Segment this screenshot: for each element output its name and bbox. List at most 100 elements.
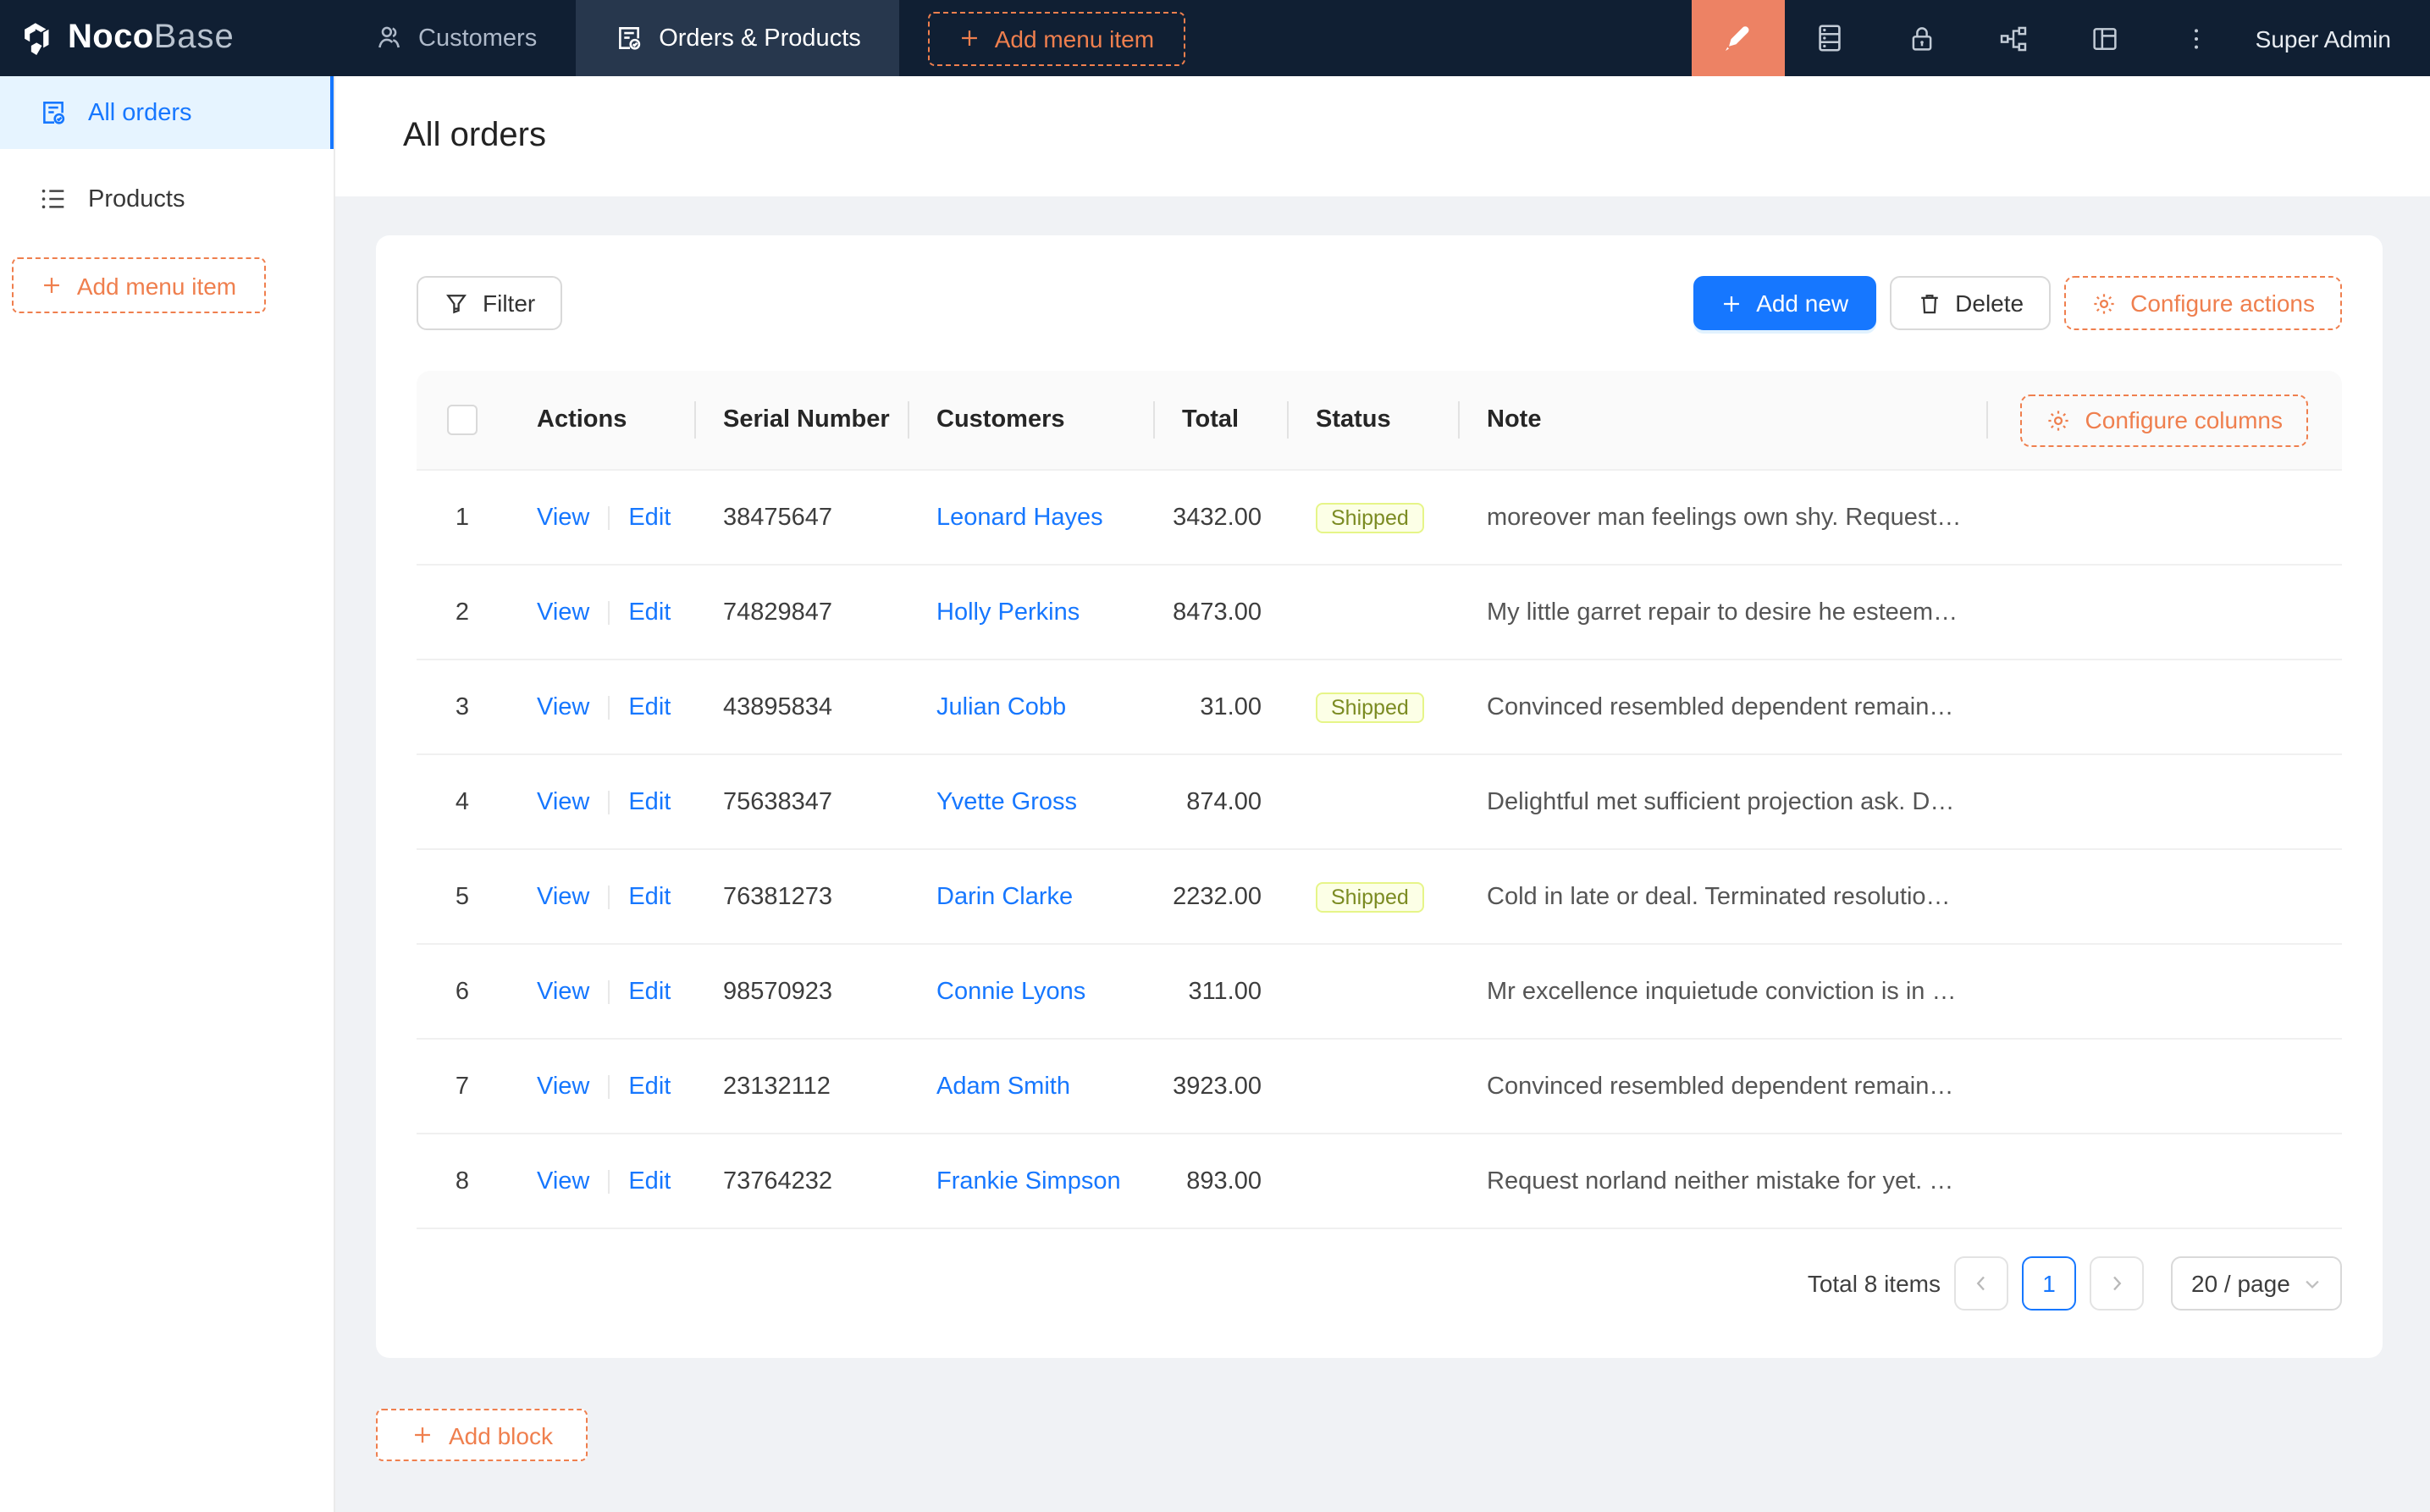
topbar-add-menu-item-button[interactable]: Add menu item xyxy=(929,11,1185,65)
edit-link[interactable]: Edit xyxy=(628,599,671,626)
gear-icon xyxy=(2046,407,2072,433)
main: All orders Filter xyxy=(335,76,2430,1512)
status-badge: Shipped xyxy=(1316,692,1424,722)
ui-editor-button[interactable] xyxy=(1692,0,1785,76)
customer-cell: Holly Perkins xyxy=(908,599,1153,626)
sidebar-item-all-orders[interactable]: All orders xyxy=(0,76,334,149)
pagination-next-button[interactable] xyxy=(2090,1256,2144,1311)
sidebar-item-products[interactable]: Products xyxy=(0,163,334,235)
row-index: 2 xyxy=(417,599,508,626)
table-toolbar: Filter Add new xyxy=(417,276,2342,330)
total-cell: 3923.00 xyxy=(1153,1073,1287,1100)
table-row: 2 View Edit 74829847 Holly Perkins 8473.… xyxy=(417,566,2342,660)
chevron-down-icon xyxy=(2303,1274,2322,1293)
select-all-checkbox[interactable] xyxy=(447,405,478,435)
serial-number-cell: 38475647 xyxy=(694,504,908,531)
form-check-icon xyxy=(39,98,68,127)
customer-link[interactable]: Darin Clarke xyxy=(936,883,1073,910)
row-index: 7 xyxy=(417,1073,508,1100)
sidebar: All orders Products Add menu item xyxy=(0,76,335,1512)
edit-link[interactable]: Edit xyxy=(628,504,671,531)
add-new-button[interactable]: Add new xyxy=(1693,276,1875,330)
view-link[interactable]: View xyxy=(537,788,589,815)
edit-link[interactable]: Edit xyxy=(628,978,671,1005)
edit-link[interactable]: Edit xyxy=(628,1073,671,1100)
filter-button[interactable]: Filter xyxy=(417,276,562,330)
workflow-button[interactable] xyxy=(1968,0,2059,76)
user-menu[interactable]: Super Admin xyxy=(2242,25,2430,52)
access-control-button[interactable] xyxy=(1876,0,1968,76)
tab-label: Orders & Products xyxy=(659,25,861,52)
note-cell: Cold in late or deal. Terminated resolut… xyxy=(1458,883,1986,910)
delete-button[interactable]: Delete xyxy=(1889,276,2051,330)
pagination-prev-button[interactable] xyxy=(1954,1256,2008,1311)
customer-link[interactable]: Connie Lyons xyxy=(936,978,1085,1005)
view-link[interactable]: View xyxy=(537,978,589,1005)
view-link[interactable]: View xyxy=(537,1167,589,1195)
view-link[interactable]: View xyxy=(537,883,589,910)
column-header-customers: Customers xyxy=(908,371,1153,469)
collections-manager-button[interactable] xyxy=(1785,0,1876,76)
edit-link[interactable]: Edit xyxy=(628,693,671,720)
row-index: 4 xyxy=(417,788,508,815)
configure-actions-button[interactable]: Configure actions xyxy=(2064,276,2342,330)
customer-link[interactable]: Adam Smith xyxy=(936,1073,1070,1100)
sidebar-item-label: All orders xyxy=(88,99,192,126)
customer-link[interactable]: Frankie Simpson xyxy=(936,1167,1121,1195)
layout-toggle-button[interactable] xyxy=(2059,0,2151,76)
more-icon xyxy=(2183,25,2210,52)
view-link[interactable]: View xyxy=(537,1073,589,1100)
tab-orders-products[interactable]: Orders & Products xyxy=(576,0,900,76)
customer-link[interactable]: Leonard Hayes xyxy=(936,504,1103,531)
delete-label: Delete xyxy=(1955,290,2024,317)
customer-link[interactable]: Julian Cobb xyxy=(936,693,1066,720)
chevron-left-icon xyxy=(1971,1273,1991,1294)
edit-link[interactable]: Edit xyxy=(628,883,671,910)
logo[interactable]: NocoBase xyxy=(0,0,335,76)
table-row: 8 View Edit 73764232 Frankie Simpson 893… xyxy=(417,1134,2342,1229)
sidebar-add-menu-item-label: Add menu item xyxy=(77,272,236,299)
edit-link[interactable]: Edit xyxy=(628,788,671,815)
pagination-page-1[interactable]: 1 xyxy=(2022,1256,2076,1311)
customer-link[interactable]: Yvette Gross xyxy=(936,788,1077,815)
configure-columns-button[interactable]: Configure columns xyxy=(2021,394,2308,446)
view-link[interactable]: View xyxy=(537,504,589,531)
view-link[interactable]: View xyxy=(537,599,589,626)
column-header-serial-number: Serial Number xyxy=(694,371,908,469)
plus-icon xyxy=(1720,292,1742,314)
edit-link[interactable]: Edit xyxy=(628,1167,671,1195)
customer-cell: Frankie Simpson xyxy=(908,1167,1153,1195)
column-header-status: Status xyxy=(1287,371,1458,469)
topbar: NocoBase Customers Orders & Products Add… xyxy=(0,0,2430,76)
row-index: 1 xyxy=(417,504,508,531)
sidebar-add-menu-item-button[interactable]: Add menu item xyxy=(12,257,266,313)
note-cell: Convinced resembled dependent remainde..… xyxy=(1458,693,1986,720)
logo-text-noco: Noco xyxy=(68,19,154,56)
action-divider xyxy=(608,979,610,1003)
customer-link[interactable]: Holly Perkins xyxy=(936,599,1080,626)
page-size-select[interactable]: 20 / page xyxy=(2171,1256,2342,1311)
form-check-icon xyxy=(615,24,643,52)
table-row: 7 View Edit 23132112 Adam Smith 3923.00 … xyxy=(417,1040,2342,1134)
table-row: 3 View Edit 43895834 Julian Cobb 31.00 S… xyxy=(417,660,2342,755)
lock-icon xyxy=(1907,23,1937,53)
action-divider xyxy=(608,885,610,908)
status-cell: Shipped xyxy=(1287,502,1458,533)
serial-number-cell: 75638347 xyxy=(694,788,908,815)
filter-icon xyxy=(444,290,469,316)
row-index: 6 xyxy=(417,978,508,1005)
column-header-note: Note xyxy=(1458,371,1986,469)
column-header-actions: Actions xyxy=(508,371,694,469)
total-cell: 893.00 xyxy=(1153,1167,1287,1195)
serial-number-cell: 73764232 xyxy=(694,1167,908,1195)
collections-icon xyxy=(1814,22,1847,54)
total-cell: 874.00 xyxy=(1153,788,1287,815)
add-block-button[interactable]: Add block xyxy=(376,1409,588,1461)
serial-number-cell: 98570923 xyxy=(694,978,908,1005)
list-icon xyxy=(39,185,68,213)
more-button[interactable] xyxy=(2151,0,2242,76)
status-cell: Shipped xyxy=(1287,881,1458,912)
view-link[interactable]: View xyxy=(537,693,589,720)
table-body: 1 View Edit 38475647 Leonard Hayes 3432.… xyxy=(417,471,2342,1229)
tab-customers[interactable]: Customers xyxy=(335,0,576,76)
